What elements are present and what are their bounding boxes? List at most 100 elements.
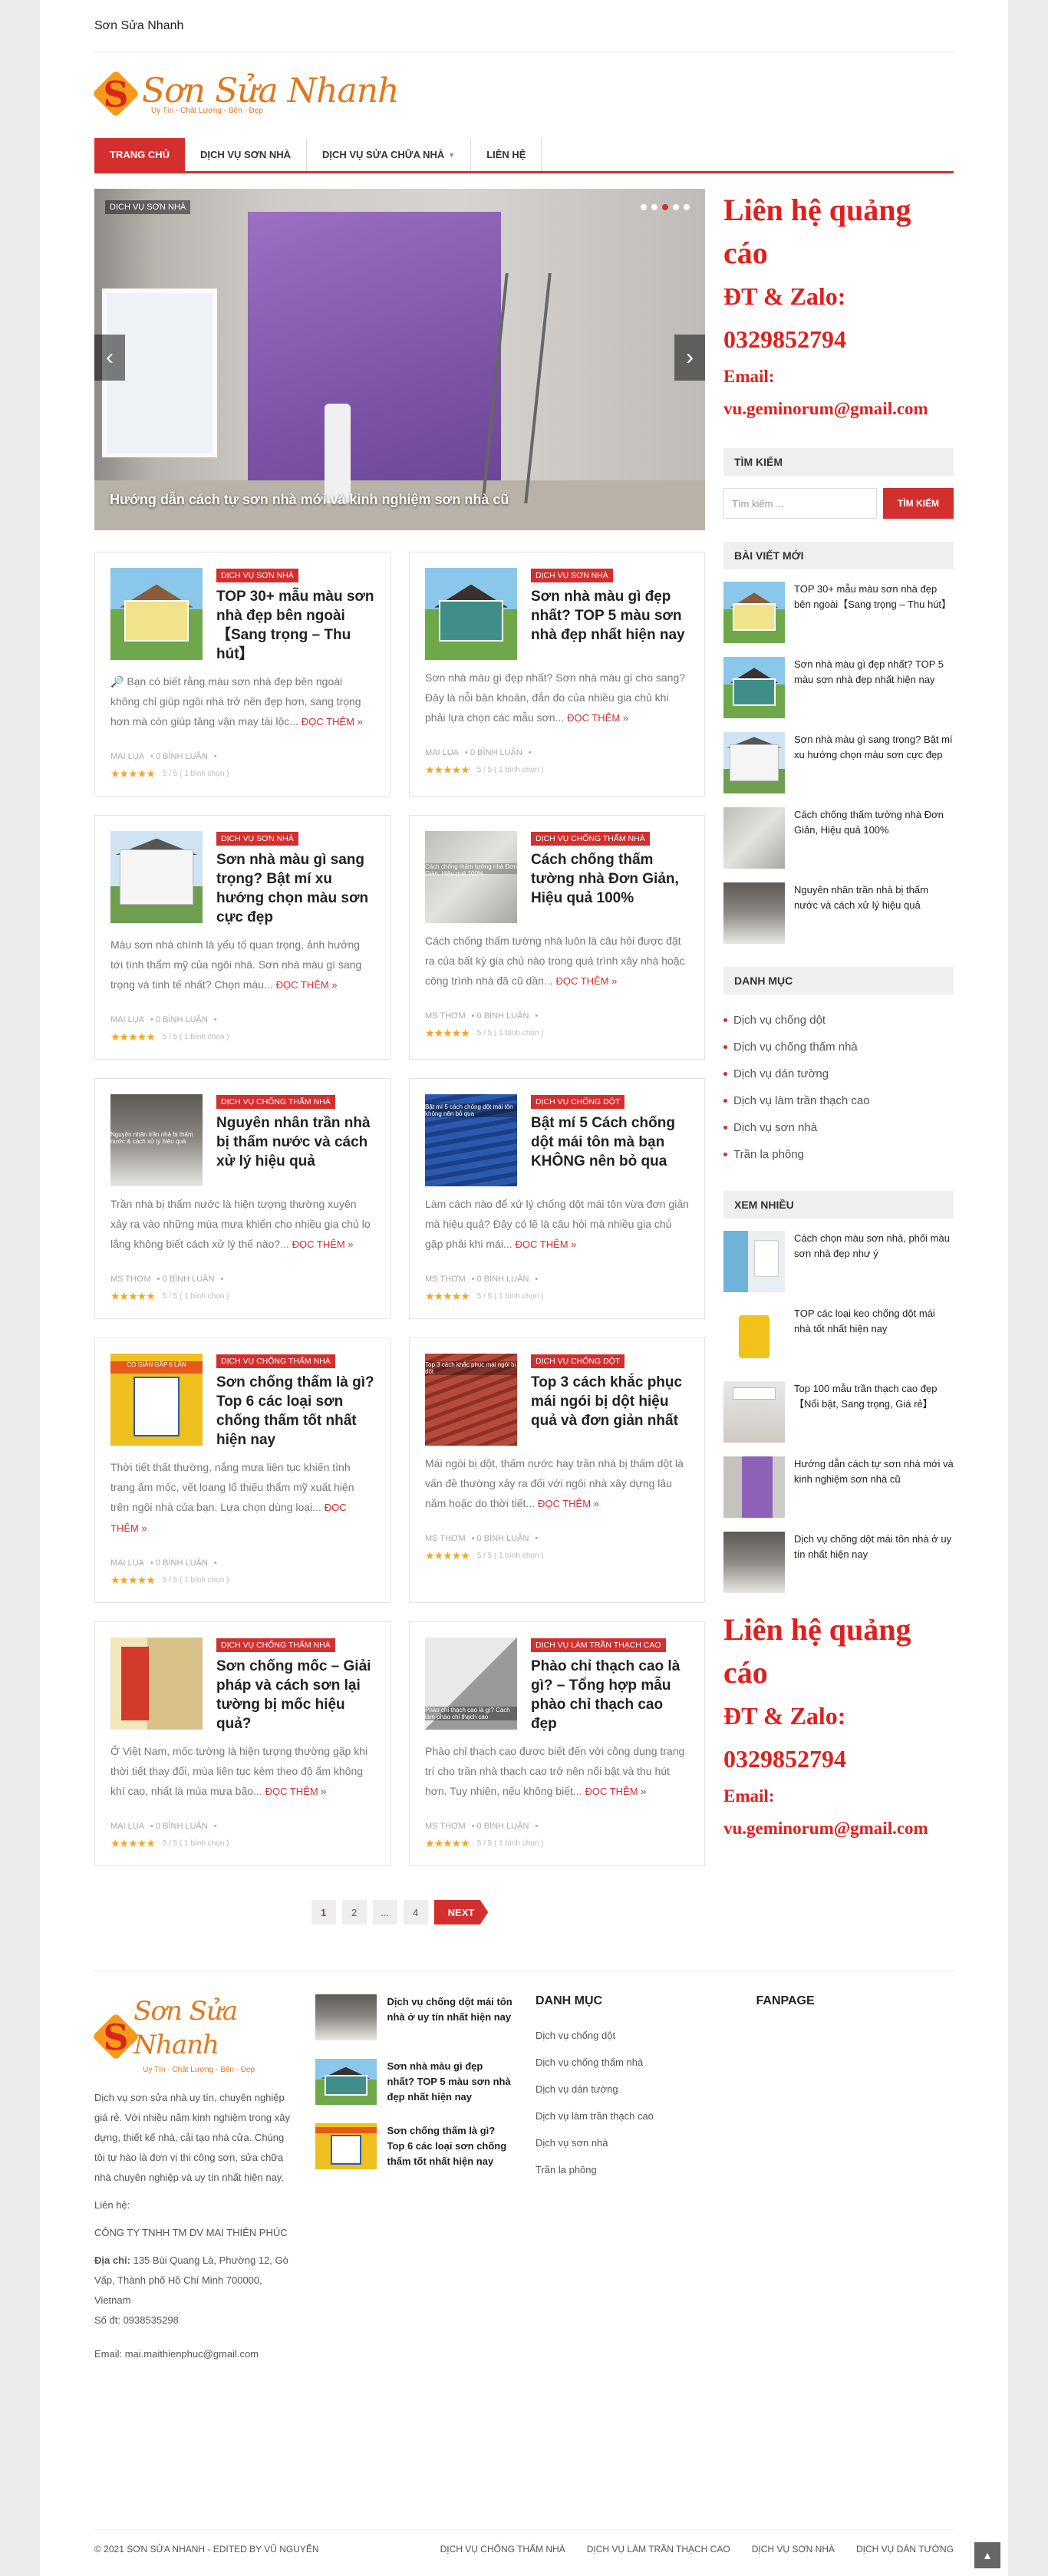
read-more-link[interactable]: ĐỌC THÊM »	[516, 1239, 577, 1250]
bottom-link[interactable]: DỊCH VỤ LÀM TRẦN THẠCH CAO	[587, 2544, 730, 2555]
post-title[interactable]: TOP 30+ mẫu màu sơn nhà đẹp bên ngoài【Sa…	[216, 587, 374, 664]
read-more-link[interactable]: ĐỌC THÊM »	[555, 975, 617, 987]
page-1[interactable]: 1	[311, 1900, 336, 1925]
popular-post-title[interactable]: TOP các loại keo chống dột mái nhà tốt n…	[794, 1306, 954, 1367]
post-title[interactable]: Sơn chống thấm là gì? Top 6 các loại sơn…	[216, 1373, 374, 1450]
post-category[interactable]: DỊCH VỤ CHỐNG THẤM NHÀ	[531, 832, 650, 846]
post-comments[interactable]: 0 BÌNH LUẬN	[156, 1822, 208, 1831]
category-item[interactable]: Dịch vụ sơn nhà	[723, 1114, 954, 1141]
post-thumbnail[interactable]	[723, 1381, 785, 1443]
nav-item-lien-he[interactable]: LIÊN HỆ	[471, 138, 542, 171]
site-title[interactable]: Sơn Sửa Nhanh	[94, 19, 183, 33]
read-more-link[interactable]: ĐỌC THÊM »	[567, 712, 628, 724]
post-thumbnail[interactable]	[110, 568, 203, 660]
post-thumbnail[interactable]	[723, 1532, 785, 1593]
footer-post-item[interactable]: Dịch vụ chống dột mái tôn nhà ở uy tín n…	[315, 1994, 513, 2040]
slide-caption[interactable]: Hướng dẫn cách tự sơn nhà mới và kinh ng…	[110, 492, 509, 508]
footer-category-link[interactable]: Dịch vụ chống dột	[536, 2022, 733, 2049]
post-author[interactable]: MAI LỤA	[110, 752, 144, 761]
post-category[interactable]: DỊCH VỤ CHỐNG DỘT	[531, 1354, 625, 1368]
post-thumbnail[interactable]	[110, 1638, 203, 1730]
post-rating[interactable]: ★★★★★ 5 / 5 ( 1 bình chọn )	[425, 1549, 689, 1562]
popular-post-item[interactable]: Dịch vụ chống dột mái tôn nhà ở uy tín n…	[723, 1532, 954, 1593]
post-title[interactable]: Nguyên nhân trần nhà bị thấm nước và các…	[216, 1113, 374, 1171]
post-title[interactable]: Sơn nhà màu gì đẹp nhất? TOP 5 màu sơn n…	[531, 587, 689, 645]
post-thumbnail[interactable]	[723, 1456, 785, 1518]
post-comments[interactable]: 0 BÌNH LUẬN	[477, 1275, 529, 1284]
post-rating[interactable]: ★★★★★ 5 / 5 ( 1 bình chọn )	[425, 1837, 689, 1850]
post-category[interactable]: DỊCH VỤ SƠN NHÀ	[531, 569, 613, 582]
post-rating[interactable]: ★★★★★ 5 / 5 ( 1 bình chọn )	[110, 1837, 374, 1850]
recent-post-item[interactable]: Sơn nhà màu gì sang trọng? Bật mí xu hướ…	[723, 732, 954, 793]
popular-post-item[interactable]: Top 100 mẫu trần thạch cao đẹp【Nổi bật, …	[723, 1381, 954, 1443]
post-comments[interactable]: 0 BÌNH LUẬN	[156, 1558, 208, 1568]
post-thumbnail[interactable]	[315, 2059, 377, 2105]
post-thumbnail[interactable]	[723, 1231, 785, 1292]
post-author[interactable]: MS THƠM	[110, 1275, 151, 1284]
category-item[interactable]: Dịch vụ dán tường	[723, 1060, 954, 1087]
bottom-link[interactable]: DỊCH VỤ CHỐNG THẤM NHÀ	[440, 2544, 565, 2555]
post-category[interactable]: DỊCH VỤ LÀM TRẦN THẠCH CAO	[531, 1638, 666, 1652]
popular-post-item[interactable]: Cách chọn màu sơn nhà, phối màu sơn nhà …	[723, 1231, 954, 1292]
post-thumbnail[interactable]	[723, 657, 785, 718]
ad-banner-2[interactable]: Liên hệ quảng cáo ĐT & Zalo: 0329852794 …	[723, 1608, 954, 1845]
slider-dot[interactable]	[684, 204, 690, 210]
post-category[interactable]: DỊCH VỤ CHỐNG THẤM NHÀ	[216, 1638, 335, 1652]
post-thumbnail[interactable]	[315, 2123, 377, 2169]
footer-post-item[interactable]: Sơn nhà màu gì đẹp nhất? TOP 5 màu sơn n…	[315, 2059, 513, 2105]
category-item[interactable]: Dịch vụ chống dột	[723, 1007, 954, 1034]
page-4[interactable]: 4	[403, 1900, 428, 1925]
slider-dot[interactable]	[641, 204, 647, 210]
recent-post-item[interactable]: Cách chống thấm tường nhà Đơn Giản, Hiệu…	[723, 807, 954, 869]
footer-category-link[interactable]: Dịch vụ chống thấm nhà	[536, 2049, 733, 2076]
post-author[interactable]: MAI LỤA	[110, 1822, 144, 1831]
next-page-button[interactable]: NEXT	[433, 1900, 489, 1925]
featured-slider[interactable]: DỊCH VỤ SƠN NHÀ ‹ › Hướng dẫn cách tự sơ…	[94, 189, 705, 530]
nav-item-son-nha[interactable]: DỊCH VỤ SƠN NHÀ	[185, 138, 307, 171]
post-title[interactable]: Phào chỉ thạch cao là gì? – Tổng hợp mẫu…	[531, 1657, 689, 1733]
recent-post-item[interactable]: TOP 30+ mẫu màu sơn nhà đẹp bên ngoài【Sa…	[723, 582, 954, 643]
page-2[interactable]: 2	[341, 1900, 367, 1925]
bottom-link[interactable]: DỊCH VỤ SƠN NHÀ	[752, 2544, 835, 2555]
popular-post-item[interactable]: TOP các loại keo chống dột mái nhà tốt n…	[723, 1306, 954, 1367]
post-author[interactable]: MS THƠM	[425, 1275, 466, 1284]
post-thumbnail[interactable]	[723, 582, 785, 643]
post-category[interactable]: DỊCH VỤ SƠN NHÀ	[216, 832, 298, 846]
post-author[interactable]: MAI LỤA	[425, 748, 459, 757]
post-thumbnail[interactable]	[425, 568, 517, 660]
popular-post-title[interactable]: Cách chọn màu sơn nhà, phối màu sơn nhà …	[794, 1231, 954, 1292]
slider-dot[interactable]	[673, 204, 679, 210]
post-comments[interactable]: 0 BÌNH LUẬN	[163, 1275, 215, 1284]
slider-dot-active[interactable]	[662, 204, 668, 210]
category-item[interactable]: Dịch vụ chống thấm nhà	[723, 1034, 954, 1060]
category-item[interactable]: Dịch vụ làm trần thạch cao	[723, 1087, 954, 1114]
post-rating[interactable]: ★★★★★ 5 / 5 ( 1 bình chọn )	[110, 767, 374, 780]
chevron-left-icon[interactable]: ‹	[94, 335, 125, 381]
recent-post-title[interactable]: Sơn nhà màu gì sang trọng? Bật mí xu hướ…	[794, 732, 954, 793]
post-category[interactable]: DỊCH VỤ SƠN NHÀ	[216, 569, 298, 582]
post-thumbnail[interactable]: Top 3 cách khắc phục mái ngói bị dột	[425, 1354, 517, 1446]
post-title[interactable]: Cách chống thấm tường nhà Đơn Giản, Hiệu…	[531, 850, 689, 908]
read-more-link[interactable]: ĐỌC THÊM »	[276, 979, 338, 991]
post-comments[interactable]: 0 BÌNH LUẬN	[156, 1015, 208, 1024]
post-thumbnail[interactable]	[723, 882, 785, 944]
footer-category-link[interactable]: Trần la phông	[536, 2156, 733, 2183]
chevron-right-icon[interactable]: ›	[674, 335, 705, 381]
post-thumbnail[interactable]: Nguyên nhân trần nhà bị thấm nước & cách…	[110, 1094, 203, 1186]
recent-post-item[interactable]: Nguyên nhân trần nhà bị thấm nước và các…	[723, 882, 954, 944]
post-rating[interactable]: ★★★★★ 5 / 5 ( 1 bình chọn )	[110, 1574, 374, 1587]
post-title[interactable]: Sơn nhà màu gì sang trọng? Bật mí xu hướ…	[216, 850, 374, 927]
recent-post-title[interactable]: TOP 30+ mẫu màu sơn nhà đẹp bên ngoài【Sa…	[794, 582, 954, 643]
post-thumbnail[interactable]: Bật mí 5 cách chống dột mái tôn không nê…	[425, 1094, 517, 1186]
post-author[interactable]: MAI LỤA	[110, 1558, 144, 1568]
post-thumbnail[interactable]: Phào chỉ thạch cao là gì? Cách làm phào …	[425, 1638, 517, 1730]
post-comments[interactable]: 0 BÌNH LUẬN	[470, 748, 522, 757]
nav-item-home[interactable]: TRANG CHỦ	[94, 138, 185, 171]
read-more-link[interactable]: ĐỌC THÊM »	[538, 1498, 599, 1509]
post-comments[interactable]: 0 BÌNH LUẬN	[477, 1534, 529, 1543]
recent-post-item[interactable]: Sơn nhà màu gì đẹp nhất? TOP 5 màu sơn n…	[723, 657, 954, 718]
post-category[interactable]: DỊCH VỤ CHỐNG DỘT	[531, 1095, 625, 1109]
post-rating[interactable]: ★★★★★ 5 / 5 ( 1 bình chọn )	[425, 1027, 689, 1040]
search-input[interactable]: Tìm kiếm ...	[723, 488, 877, 519]
recent-post-title[interactable]: Cách chống thấm tường nhà Đơn Giản, Hiệu…	[794, 807, 954, 869]
